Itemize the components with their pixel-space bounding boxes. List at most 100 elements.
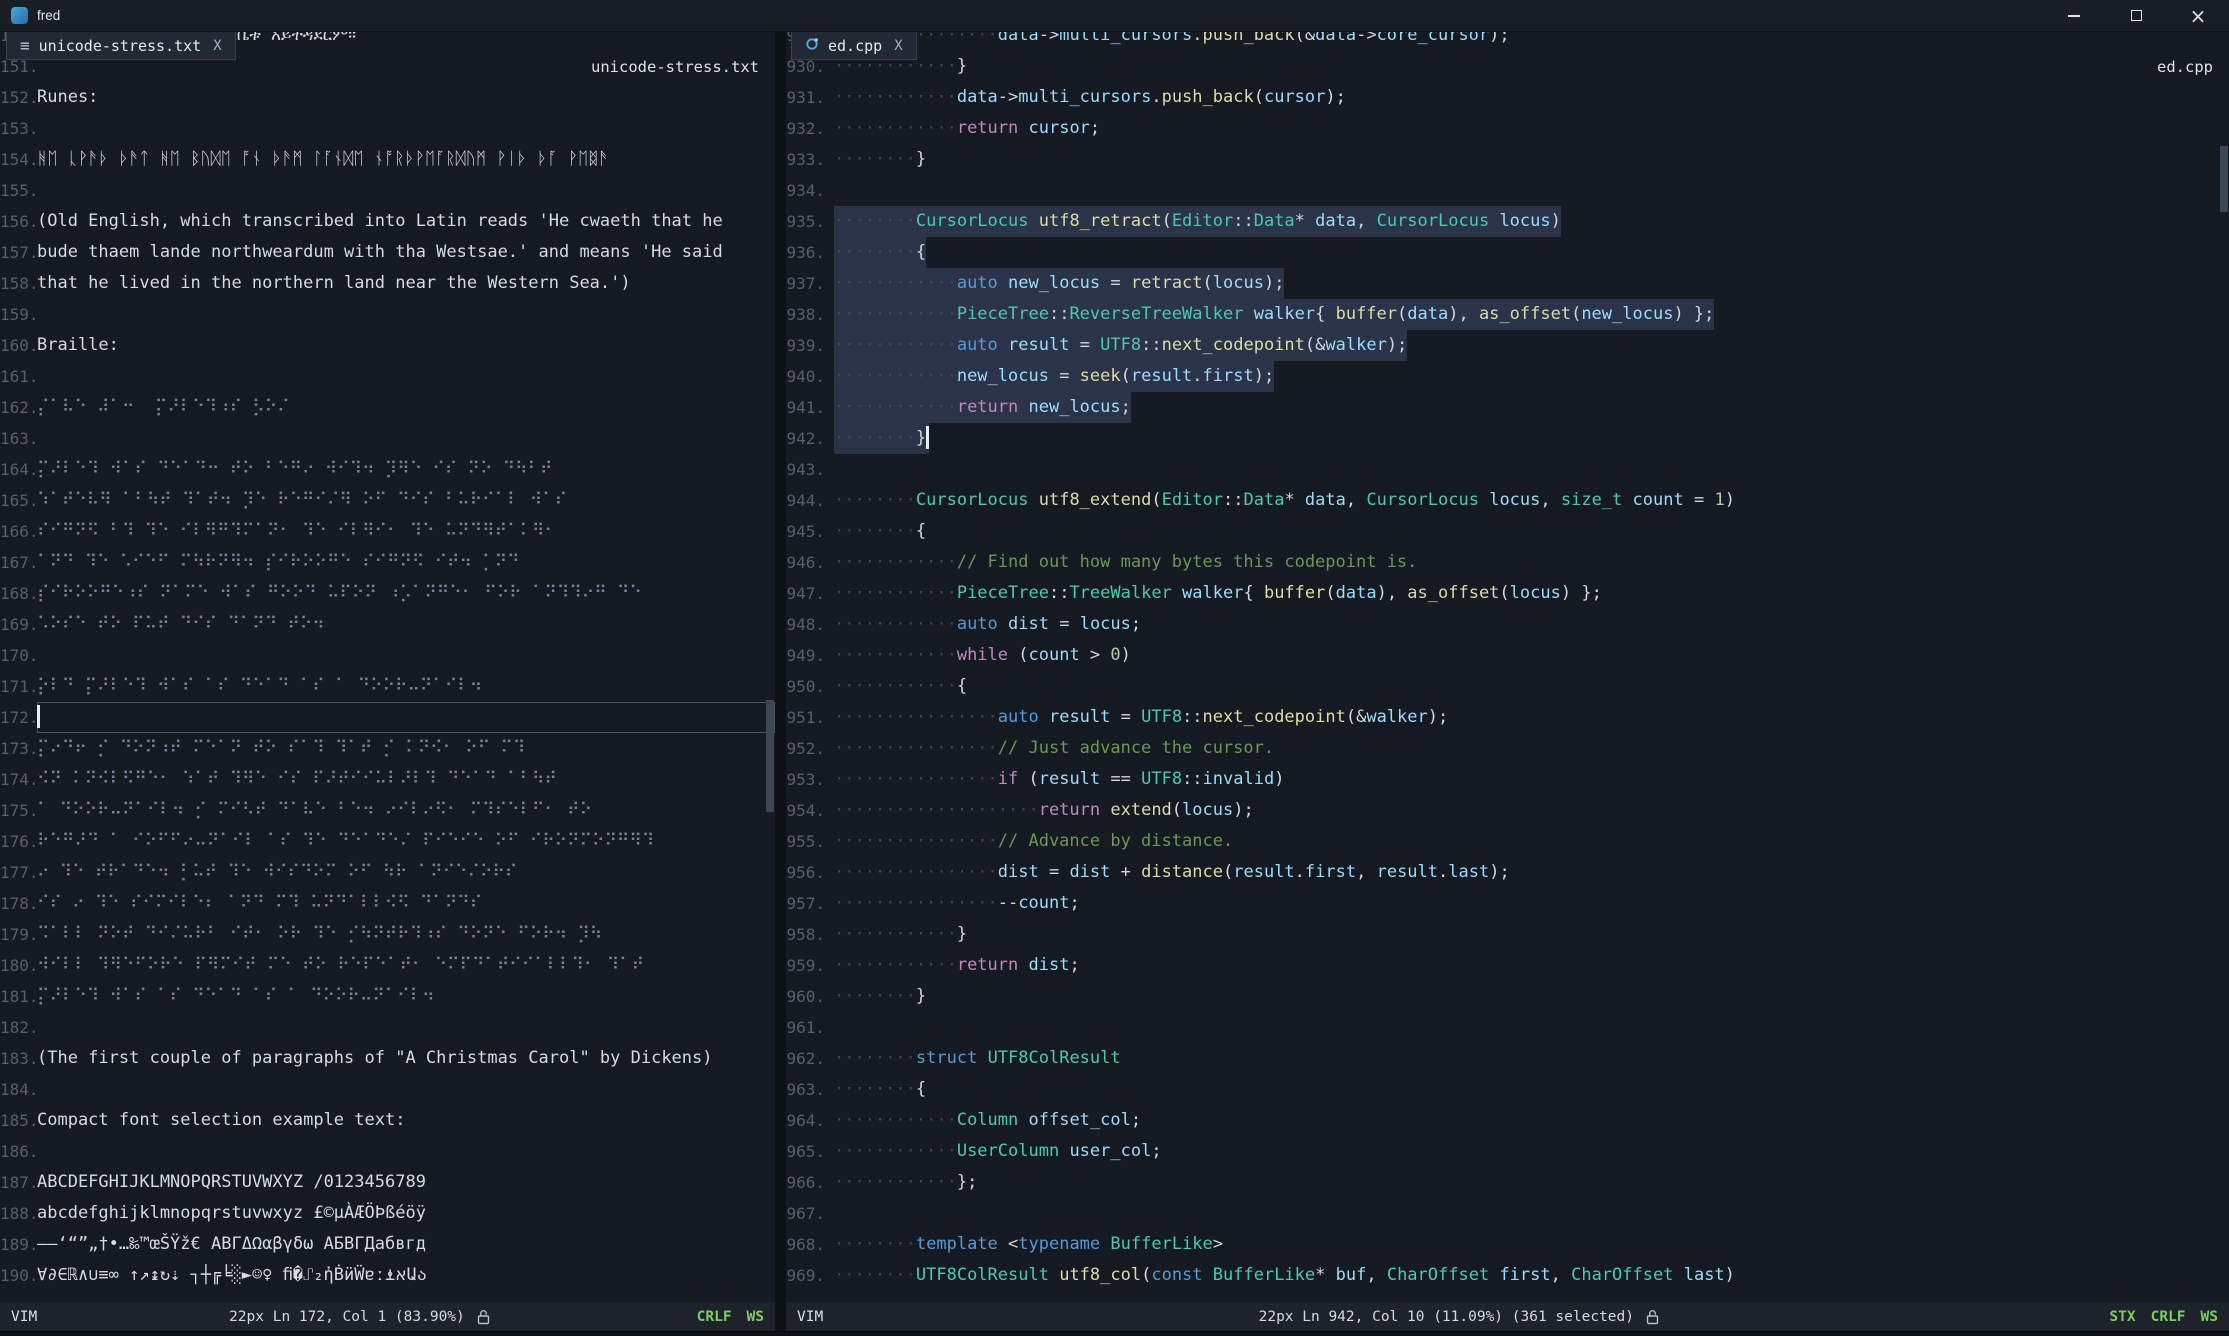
code-line[interactable]: 941.············return new_locus; bbox=[786, 392, 2229, 423]
line-content[interactable]: ············while (count > 0) bbox=[834, 640, 2229, 671]
code-line[interactable]: 177.⠔ ⠹⠑ ⠞⠗⠁⠙⠑⠲ ⡃⠥⠞ ⠹⠑ ⠺⠊⠎⠙⠕⠍ ⠕⠋ ⠳⠗ ⠁⠝⠊⠑… bbox=[0, 857, 775, 888]
line-content[interactable]: ············return cursor; bbox=[834, 113, 2229, 144]
code-line[interactable]: 165.⠱⠁⠞⠑⠧⠻ ⠁⠃⠳⠞ ⠹⠁⠞⠲ ⡹⠑ ⠗⠑⠛⠊⠌⠻ ⠕⠋ ⠙⠊⠎ ⠃⠥… bbox=[0, 485, 775, 516]
line-content[interactable]: ············return new_locus; bbox=[834, 392, 2229, 423]
line-content[interactable]: ········CursorLocus utf8_retract(Editor:… bbox=[834, 206, 2229, 237]
line-content[interactable]: ····················return extend(locus)… bbox=[834, 795, 2229, 826]
scrollbar-left[interactable] bbox=[765, 32, 775, 1301]
line-content[interactable] bbox=[37, 113, 775, 144]
line-content[interactable]: ············PieceTree::ReverseTreeWalker… bbox=[834, 299, 2229, 330]
line-content[interactable] bbox=[37, 640, 775, 671]
status-flag-crlf[interactable]: CRLF bbox=[2151, 1309, 2186, 1325]
line-content[interactable]: Compact font selection example text: bbox=[37, 1105, 775, 1136]
code-line[interactable]: 156.(Old English, which transcribed into… bbox=[0, 206, 775, 237]
code-line[interactable]: 955.················// Advance by distan… bbox=[786, 826, 2229, 857]
line-content[interactable] bbox=[37, 1074, 775, 1105]
tab-ed-cpp[interactable]: ed.cpp X bbox=[791, 32, 917, 60]
line-content[interactable]: ⠱⠁⠞⠑⠧⠻ ⠁⠃⠳⠞ ⠹⠁⠞⠲ ⡹⠑ ⠗⠑⠛⠊⠌⠻ ⠕⠋ ⠙⠊⠎ ⠃⠥⠗⠊⠁⠇… bbox=[37, 485, 775, 516]
status-flag-stx[interactable]: STX bbox=[2109, 1309, 2135, 1325]
code-line[interactable]: 166.⠎⠊⠛⠝⠫ ⠃⠹ ⠹⠑ ⠊⠇⠻⠛⠹⠍⠁⠝⠂ ⠹⠑ ⠊⠇⠻⠊⠂ ⠹⠑ ⠥⠝… bbox=[0, 516, 775, 547]
code-line[interactable]: 153. bbox=[0, 113, 775, 144]
code-line[interactable]: 170. bbox=[0, 640, 775, 671]
code-line[interactable]: 965.············UserColumn user_col; bbox=[786, 1136, 2229, 1167]
line-content[interactable]: ⡕⠇⠙ ⡍⠜⠇⠑⠹ ⠺⠁⠎ ⠁⠎ ⠙⠑⠁⠙ ⠁⠎ ⠁ ⠙⠕⠕⠗⠤⠝⠁⠊⠇⠲ bbox=[37, 671, 775, 702]
code-line[interactable]: 952.················// Just advance the … bbox=[786, 733, 2229, 764]
code-line[interactable]: 929.················data->multi_cursors.… bbox=[786, 32, 2229, 51]
line-content[interactable]: ················data->multi_cursors.push… bbox=[834, 32, 2229, 51]
line-content[interactable]: ············auto dist = locus; bbox=[834, 609, 2229, 640]
code-line[interactable]: 964.············Column offset_col; bbox=[786, 1105, 2229, 1136]
line-content[interactable] bbox=[37, 299, 775, 330]
code-line[interactable]: 169.⠡⠕⠎⠑ ⠞⠕ ⠏⠥⠞ ⠙⠊⠎ ⠙⠁⠝⠙ ⠞⠕⠲ bbox=[0, 609, 775, 640]
line-content[interactable]: ········struct UTF8ColResult bbox=[834, 1043, 2229, 1074]
code-line[interactable]: 962.········struct UTF8ColResult bbox=[786, 1043, 2229, 1074]
line-content[interactable]: ········UTF8ColResult utf8_col(const Buf… bbox=[834, 1260, 2229, 1291]
scrollbar-thumb[interactable] bbox=[766, 700, 774, 812]
code-line[interactable]: 956.················dist = dist + distan… bbox=[786, 857, 2229, 888]
line-content[interactable]: ········} bbox=[834, 981, 2229, 1012]
line-content[interactable]: ⠡⠕⠎⠑ ⠞⠕ ⠏⠥⠞ ⠙⠊⠎ ⠙⠁⠝⠙ ⠞⠕⠲ bbox=[37, 609, 775, 640]
code-line[interactable]: 161. bbox=[0, 361, 775, 392]
line-content[interactable] bbox=[834, 1198, 2229, 1229]
line-content[interactable]: ············auto result = UTF8::next_cod… bbox=[834, 330, 2229, 361]
code-line[interactable]: 950.············{ bbox=[786, 671, 2229, 702]
line-content[interactable]: ············new_locus = seek(result.firs… bbox=[834, 361, 2229, 392]
line-content[interactable] bbox=[37, 423, 775, 454]
code-line[interactable]: 171.⡕⠇⠙ ⡍⠜⠇⠑⠹ ⠺⠁⠎ ⠁⠎ ⠙⠑⠁⠙ ⠁⠎ ⠁ ⠙⠕⠕⠗⠤⠝⠁⠊⠇… bbox=[0, 671, 775, 702]
line-content[interactable]: bude thaem lande northweardum with tha W… bbox=[37, 237, 775, 268]
code-line[interactable]: 184. bbox=[0, 1074, 775, 1105]
line-content[interactable]: ⡍⠜⠇⠑⠹ ⠺⠁⠎ ⠙⠑⠁⠙⠒ ⠞⠕ ⠃⠑⠛⠔ ⠺⠊⠹⠲ ⡹⠻⠑ ⠊⠎ ⠝⠕ ⠙… bbox=[37, 454, 775, 485]
code-line[interactable]: 959.············return dist; bbox=[786, 950, 2229, 981]
line-content[interactable]: ············Column offset_col; bbox=[834, 1105, 2229, 1136]
line-content[interactable]: ········{ bbox=[834, 237, 2229, 268]
line-content[interactable] bbox=[37, 702, 775, 733]
line-content[interactable]: ⡍⠔⠙⠖ ⡊ ⠙⠕⠝⠰⠞ ⠍⠑⠁⠝ ⠞⠕ ⠎⠁⠹ ⠹⠁⠞ ⡊ ⠅⠝⠪⠂ ⠕⠋ ⠍… bbox=[37, 733, 775, 764]
tab-close-icon[interactable]: X bbox=[894, 38, 902, 54]
line-content[interactable]: ············} bbox=[834, 919, 2229, 950]
line-content[interactable]: ············} bbox=[834, 51, 2229, 82]
code-line[interactable]: 944.········CursorLocus utf8_extend(Edit… bbox=[786, 485, 2229, 516]
line-content[interactable] bbox=[37, 361, 775, 392]
code-line[interactable]: 158.that he lived in the northern land n… bbox=[0, 268, 775, 299]
code-line[interactable]: 172. bbox=[0, 702, 775, 733]
code-line[interactable]: 933.········} bbox=[786, 144, 2229, 175]
code-line[interactable]: 954.····················return extend(lo… bbox=[786, 795, 2229, 826]
scrollbar-right[interactable] bbox=[2219, 32, 2229, 1301]
line-content[interactable]: ············{ bbox=[834, 671, 2229, 702]
line-content[interactable]: ⠁⠝⠙ ⠹⠑ ⠡⠊⠑⠋ ⠍⠳⠗⠝⠻⠲ ⡎⠊⠗⠕⠕⠛⠑ ⠎⠊⠛⠝⠫ ⠊⠞⠲ ⡁⠝⠙ bbox=[37, 547, 775, 578]
code-line[interactable]: 942.········} bbox=[786, 423, 2229, 454]
line-content[interactable]: ············return dist; bbox=[834, 950, 2229, 981]
code-line[interactable]: 175.⠁ ⠙⠕⠕⠗⠤⠝⠁⠊⠇⠲ ⡊ ⠍⠊⠣⠞ ⠙⠁⠧⠑ ⠃⠑⠲ ⠔⠊⠇⠔⠫⠂ … bbox=[0, 795, 775, 826]
code-line[interactable]: 185.Compact font selection example text: bbox=[0, 1105, 775, 1136]
line-content[interactable]: ············auto new_locus = retract(loc… bbox=[834, 268, 2229, 299]
line-content[interactable]: ⠎⠊⠛⠝⠫ ⠃⠹ ⠹⠑ ⠊⠇⠻⠛⠹⠍⠁⠝⠂ ⠹⠑ ⠊⠇⠻⠊⠂ ⠹⠑ ⠥⠝⠙⠻⠞⠁… bbox=[37, 516, 775, 547]
line-content[interactable]: ⠺⠊⠇⠇ ⠹⠻⠑⠋⠕⠗⠑ ⠏⠻⠍⠊⠞ ⠍⠑ ⠞⠕ ⠗⠑⠏⠑⠁⠞⠂ ⠑⠍⠏⠙⠁⠞⠊… bbox=[37, 950, 775, 981]
code-line[interactable]: 930.············} bbox=[786, 51, 2229, 82]
line-content[interactable]: ⠁ ⠙⠕⠕⠗⠤⠝⠁⠊⠇⠲ ⡊ ⠍⠊⠣⠞ ⠙⠁⠧⠑ ⠃⠑⠲ ⠔⠊⠇⠔⠫⠂ ⠍⠹⠎⠑… bbox=[37, 795, 775, 826]
code-line[interactable]: 178.⠊⠎ ⠔ ⠹⠑ ⠎⠊⠍⠊⠇⠑⠆ ⠁⠝⠙ ⠍⠹ ⠥⠝⠙⠁⠇⠇⠪⠫ ⠙⠁⠝⠙… bbox=[0, 888, 775, 919]
code-line[interactable]: 181.⡍⠜⠇⠑⠹ ⠺⠁⠎ ⠁⠎ ⠙⠑⠁⠙ ⠁⠎ ⠁ ⠙⠕⠕⠗⠤⠝⠁⠊⠇⠲ bbox=[0, 981, 775, 1012]
code-line[interactable]: 947.············PieceTree::TreeWalker wa… bbox=[786, 578, 2229, 609]
line-content[interactable]: ········} bbox=[834, 144, 2229, 175]
line-content[interactable]: ⠊⠎ ⠔ ⠹⠑ ⠎⠊⠍⠊⠇⠑⠆ ⠁⠝⠙ ⠍⠹ ⠥⠝⠙⠁⠇⠇⠪⠫ ⠙⠁⠝⠙⠎ bbox=[37, 888, 775, 919]
code-line[interactable]: 957.················--count; bbox=[786, 888, 2229, 919]
line-content[interactable]: ⡎⠊⠗⠕⠕⠛⠑⠰⠎ ⠝⠁⠍⠑ ⠺⠁⠎ ⠛⠕⠕⠙ ⠥⠏⠕⠝ ⠰⡡⠁⠝⠛⠑⠂ ⠋⠕⠗… bbox=[37, 578, 775, 609]
line-content[interactable]: ········} bbox=[834, 423, 2229, 454]
line-content[interactable] bbox=[37, 1012, 775, 1043]
text-viewport-right[interactable]: 929.················data->multi_cursors.… bbox=[786, 32, 2229, 1301]
code-line[interactable]: 940.············new_locus = seek(result.… bbox=[786, 361, 2229, 392]
code-line[interactable]: 943. bbox=[786, 454, 2229, 485]
line-content[interactable]: ················--count; bbox=[834, 888, 2229, 919]
line-content[interactable]: ⡌⠁⠧⠑ ⠼⠁⠒ ⡍⠜⠇⠑⠹⠰⠎ ⡣⠕⠌ bbox=[37, 392, 775, 423]
code-line[interactable]: 188.abcdefghijklmnopqrstuvwxyz £©µÀÆÖÞßé… bbox=[0, 1198, 775, 1229]
code-line[interactable]: 174.⠪⠝ ⠅⠝⠪⠇⠫⠛⠑⠂ ⠱⠁⠞ ⠹⠻⠑ ⠊⠎ ⠏⠜⠞⠊⠊⠥⠇⠜⠇⠹ ⠙⠑… bbox=[0, 764, 775, 795]
line-content[interactable]: ········CursorLocus utf8_extend(Editor::… bbox=[834, 485, 2229, 516]
code-line[interactable]: 180.⠺⠊⠇⠇ ⠹⠻⠑⠋⠕⠗⠑ ⠏⠻⠍⠊⠞ ⠍⠑ ⠞⠕ ⠗⠑⠏⠑⠁⠞⠂ ⠑⠍⠏… bbox=[0, 950, 775, 981]
code-line[interactable]: 167.⠁⠝⠙ ⠹⠑ ⠡⠊⠑⠋ ⠍⠳⠗⠝⠻⠲ ⡎⠊⠗⠕⠕⠛⠑ ⠎⠊⠛⠝⠫ ⠊⠞⠲… bbox=[0, 547, 775, 578]
line-content[interactable]: ⡍⠜⠇⠑⠹ ⠺⠁⠎ ⠁⠎ ⠙⠑⠁⠙ ⠁⠎ ⠁ ⠙⠕⠕⠗⠤⠝⠁⠊⠇⠲ bbox=[37, 981, 775, 1012]
line-content[interactable]: ········{ bbox=[834, 516, 2229, 547]
code-line[interactable]: 931.············data->multi_cursors.push… bbox=[786, 82, 2229, 113]
tab-close-icon[interactable]: X bbox=[213, 38, 221, 54]
line-content[interactable]: Runes: bbox=[37, 82, 775, 113]
status-flag-ws[interactable]: WS bbox=[747, 1309, 764, 1325]
